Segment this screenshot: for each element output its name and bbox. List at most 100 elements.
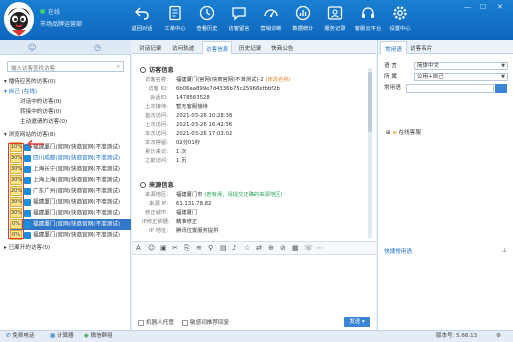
section-label: 访客信息 [149, 67, 174, 74]
transfer-icon[interactable]: ⇄ [256, 244, 262, 252]
field-key: IP修正依据: [142, 219, 170, 225]
group-left-visitors[interactable]: ▸ 已离开的访客(0) [0, 243, 131, 253]
image-icon[interactable]: ▣ [160, 244, 167, 252]
group-waiting[interactable]: ▾ 播待应答的访客(0) [0, 77, 131, 87]
phrase-group[interactable]: ⊞ ▰ 在线客服 [386, 128, 421, 136]
star-icon[interactable]: ☆ [244, 244, 250, 252]
visitor-name: 福建厦门(官网(快商官网(不准测试) [33, 221, 121, 228]
field-stay-time: 本次停留: 02分01秒 [142, 139, 362, 148]
avatar[interactable] [4, 2, 34, 36]
language-select[interactable]: 简体中文 ▼ [414, 62, 508, 70]
visitor-item[interactable]: 30% 上海上海(官网(快商官网(不准测试) [10, 175, 131, 186]
invite-icon[interactable]: ⊕ [268, 244, 274, 252]
toolbar-settings[interactable]: 设置中心 [385, 5, 415, 32]
visitor-item[interactable]: 20% 广东广州(官网(快商官网(不准测试) [10, 186, 131, 197]
detail-scroll-thumb[interactable] [368, 72, 372, 132]
card-icon[interactable]: ▤ [220, 244, 227, 252]
visitor-name: 福建厦门(官网(快商官网(不准测试) [33, 144, 121, 151]
form-icon[interactable]: ▦ [292, 244, 299, 252]
toolbar-ticket-center[interactable]: 工单中心 [160, 5, 190, 32]
more-icon[interactable]: ⋯ [316, 244, 323, 252]
tab-chat-record[interactable]: 对话记录 [139, 44, 161, 52]
toolbar-label: 返回对话 [131, 26, 153, 32]
visitor-search-input[interactable]: 输入访客查找访客 ⌕ [7, 61, 124, 72]
minimize-icon[interactable]: — [464, 3, 471, 11]
calculator-button[interactable]: ▦ 计算器 [50, 331, 73, 342]
block-icon[interactable]: ⊘ [280, 244, 286, 252]
visitor-item[interactable]: 0% 福建厦门(官网(快商官网(不准测试) [10, 230, 131, 241]
belong-select[interactable]: 公用+自己 ▼ [414, 73, 508, 81]
group-transferring[interactable]: 转接中的访客(0) [0, 107, 131, 117]
free-call-button[interactable]: ✆ 免费电话 [6, 331, 34, 342]
toolbar-history[interactable]: 查看历史 [192, 5, 222, 32]
field-last-reception: 上次接待: 暂无客服接待 [142, 103, 362, 112]
toolbar-marketing-diagnosis[interactable]: 营销诊断 [256, 5, 286, 32]
report-region-link[interactable]: (若有误，请提交正确的来源地区) [204, 192, 282, 198]
maximize-icon[interactable]: ☐ [480, 3, 486, 11]
tab-announcement[interactable]: 快商公告 [271, 44, 293, 52]
toolbar-back-chat[interactable]: 返回对话 [127, 5, 157, 32]
tab-visit-track[interactable]: 访问轨迹 [172, 44, 194, 52]
tab-visitor-card[interactable]: 访客名片 [410, 44, 432, 52]
font-icon[interactable]: A [136, 244, 141, 252]
group-invited[interactable]: 主动邀请的访客(0) [0, 117, 131, 127]
tab-visitors-icon[interactable]: ☺ [28, 43, 36, 52]
tab-visitor-info[interactable]: 访客信息 [202, 41, 233, 54]
message-input[interactable] [132, 256, 376, 313]
field-key: 之前访问: [145, 158, 168, 164]
sensitive-toggle[interactable]: 敏感词推荐回复 [182, 318, 229, 326]
field-value: 61.131.78.82 [176, 201, 212, 207]
top-toolbar: 在线 市场品牌运营部 返回对话 工单中心 查看历史 访客留言 营销诊断 数据统计… [0, 0, 513, 40]
visitor-item-selected[interactable]: 0% 福建厦门(官网(快商官网(不准测试) [10, 219, 131, 230]
department-label: 市场品牌运营部 [40, 21, 83, 28]
shake-icon[interactable]: ≋ [196, 244, 202, 252]
visitor-info-title: 访客信息 [140, 65, 174, 74]
visitor-item[interactable]: 30% 福建厦门(官网(快商官网(不准测试) [10, 208, 131, 219]
online-status[interactable]: 在线 [40, 7, 60, 16]
annotation-arrow-icon [27, 139, 44, 149]
phone-icon[interactable]: ☏ [304, 244, 313, 252]
pin-icon[interactable]: ⊥ [502, 247, 507, 254]
group-self[interactable]: ▾ 自己 (在线) [0, 87, 131, 97]
field-key: 访客 ID: [148, 86, 168, 92]
tab-history[interactable]: 历史记录 [239, 44, 261, 52]
voice-icon[interactable]: ♪ [232, 244, 236, 252]
visitor-name: 上海上海(官网(快商官网(不准测试) [33, 177, 121, 184]
visitor-item[interactable]: 30% 四川成都(官网(快商官网(不准测试) [10, 153, 131, 164]
edit-name-link[interactable]: (修改名称) [265, 77, 290, 83]
toolbar-service-record[interactable]: 服务记录 [320, 5, 350, 32]
search-icon[interactable]: ⌕ [117, 63, 120, 71]
screenshot-icon[interactable]: ✂ [172, 244, 178, 252]
send-button[interactable]: 发送 ▾ [344, 317, 370, 327]
tab-common-phrases[interactable]: 常用语 [380, 41, 407, 54]
sensitive-label: 敏感词推荐回复 [190, 320, 230, 326]
settings-small-icon[interactable]: ⚙ [496, 331, 501, 342]
toolbar-statistics[interactable]: 数据统计 [288, 5, 318, 32]
toolbar-label: 客服云平台 [354, 26, 382, 32]
group-browsing[interactable]: ▾ 浏览网站的访客(8) [0, 130, 131, 140]
tab-history-icon[interactable]: ◷ [94, 43, 101, 52]
close-icon[interactable]: ✕ [497, 3, 503, 11]
group-chatting[interactable]: 对话中的访客(0) [0, 97, 131, 107]
robot-checkbox[interactable] [138, 319, 144, 326]
info-circle-icon [140, 67, 146, 73]
quick-phrase-link[interactable]: 快捷常用语 [384, 247, 412, 255]
field-previous-pages: 之前访问: 1 页 [142, 157, 362, 166]
belong-label: 所 属 [384, 74, 397, 80]
visitor-name: 福建厦门(官网(快商官网(不准测试) [33, 199, 121, 206]
sensitive-checkbox[interactable] [182, 319, 188, 326]
phrase-search-button[interactable] [495, 84, 507, 93]
field-value: 腾讯位置服务提供 [176, 228, 219, 234]
quick-reply-panel: 常用语 访客名片 语 言 简体中文 ▼ 所 属 公用+自己 ▼ 常用语 ⊞ ▰ 在线… [377, 40, 513, 330]
visitor-item[interactable]: 30% 上海长宁(官网(快商官网(不准测试) [10, 164, 131, 175]
wechat-group-button[interactable]: ◉ 微信群组 [84, 331, 113, 342]
toolbar-visitor-message[interactable]: 访客留言 [224, 5, 254, 32]
visitor-item[interactable]: 30% 福建厦门(官网(快商官网(不准测试) [10, 197, 131, 208]
emoji-icon[interactable]: ☺ [148, 244, 155, 252]
robot-toggle[interactable]: 机器人托管 [138, 318, 174, 326]
toolbar-cloud-platform[interactable]: 客服云平台 [353, 5, 383, 32]
file-icon[interactable]: ⎘ [184, 244, 190, 253]
phrase-search-input[interactable] [406, 84, 494, 93]
field-last-visit: 上次访问: 2021-03-26 16:42:36 [142, 121, 362, 130]
link-icon[interactable]: ⚲ [208, 244, 213, 252]
